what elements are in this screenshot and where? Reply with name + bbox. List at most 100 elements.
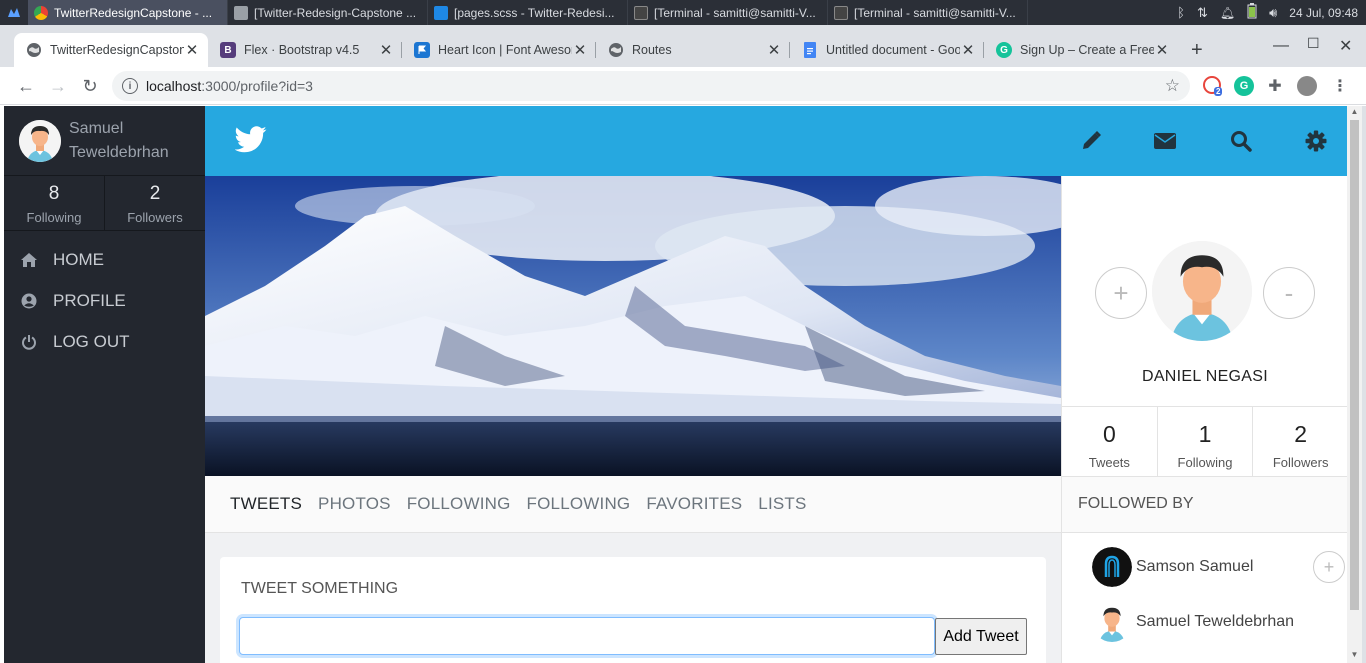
browser-tab-twitter-redesign[interactable]: TwitterRedesignCapstone ✕ xyxy=(14,33,208,67)
close-tab-icon[interactable]: ✕ xyxy=(960,41,976,59)
reload-button[interactable]: ↻ xyxy=(78,74,102,98)
page-scrollbar[interactable]: ▲ ▼ xyxy=(1347,106,1362,663)
browser-tab-font-awesome[interactable]: Heart Icon | Font Awesome ✕ xyxy=(402,33,596,67)
followed-by-item[interactable]: Samson Samuel + xyxy=(1092,547,1347,587)
profile-avatar-icon[interactable] xyxy=(1297,76,1317,96)
stat-following[interactable]: 1 Following xyxy=(1156,407,1253,476)
bookmark-star-icon[interactable]: ☆ xyxy=(1165,76,1180,96)
scrollbar-thumb[interactable] xyxy=(1350,120,1359,610)
browser-tab-routes[interactable]: Routes ✕ xyxy=(596,33,790,67)
close-tab-icon[interactable]: ✕ xyxy=(1154,41,1170,59)
unfollow-minus-button[interactable]: - xyxy=(1263,267,1315,319)
sidebar: Samuel Teweldebrhan 8 Following 2 Follow… xyxy=(4,106,205,663)
globe-icon xyxy=(26,42,42,58)
network-icon[interactable]: ⇅ xyxy=(1197,5,1208,21)
sidebar-item-label: LOG OUT xyxy=(53,331,130,351)
volume-icon[interactable]: 🔊︎ xyxy=(1269,5,1277,21)
url-path: :3000/profile?id=3 xyxy=(201,78,313,94)
pencil-icon[interactable] xyxy=(1078,128,1104,154)
sidebar-user[interactable]: Samuel Teweldebrhan xyxy=(4,106,205,176)
grammarly-extension-icon[interactable]: G xyxy=(1234,76,1254,96)
close-tab-icon[interactable]: ✕ xyxy=(766,41,782,59)
chrome-icon xyxy=(34,5,48,20)
address-bar[interactable]: i localhost:3000/profile?id=3 ☆ xyxy=(112,71,1190,101)
following-label: Following xyxy=(26,210,82,225)
browser-tab-google-docs[interactable]: Untitled document - Google Docs ✕ xyxy=(790,33,984,67)
followers-count: 2 xyxy=(149,183,161,204)
bootstrap-icon: B xyxy=(220,42,236,58)
envelope-icon[interactable] xyxy=(1152,128,1178,154)
follow-follower-button[interactable]: + xyxy=(1313,551,1345,583)
notification-bell-icon[interactable]: 🔔︎ xyxy=(1220,6,1235,20)
chrome-menu-icon[interactable]: ⋮ xyxy=(1330,76,1350,96)
profile-name: DANIEL NEGASI xyxy=(1141,368,1268,385)
home-icon xyxy=(20,251,38,269)
scroll-up-arrow-icon[interactable]: ▲ xyxy=(1347,107,1362,119)
extensions-puzzle-icon[interactable]: ✚ xyxy=(1265,76,1285,96)
taskbar-window-vscode[interactable]: [pages.scss - Twitter-Redesi... xyxy=(428,0,628,25)
folder-icon xyxy=(234,5,248,20)
stat-tweets[interactable]: 0 Tweets xyxy=(1062,407,1157,476)
search-icon[interactable] xyxy=(1228,128,1254,154)
twitter-bird-logo[interactable] xyxy=(234,126,267,158)
tab-tweets[interactable]: TWEETS xyxy=(230,494,302,514)
follower-name[interactable]: Samuel Teweldebrhan xyxy=(1136,613,1294,631)
close-tab-icon[interactable]: ✕ xyxy=(572,41,588,59)
maximize-window-button[interactable]: ☐ xyxy=(1307,35,1320,52)
browser-tab-bootstrap[interactable]: B Flex · Bootstrap v4.5 ✕ xyxy=(208,33,402,67)
site-info-icon[interactable]: i xyxy=(122,78,138,94)
new-tab-button[interactable]: + xyxy=(1191,39,1203,62)
close-tab-icon[interactable]: ✕ xyxy=(184,41,200,59)
stat-label: Tweets xyxy=(1088,455,1130,470)
terminal-icon xyxy=(834,5,848,20)
close-tab-icon[interactable]: ✕ xyxy=(378,41,394,59)
stat-followers[interactable]: 2 Followers xyxy=(1252,407,1347,476)
back-button[interactable]: ← xyxy=(14,74,38,98)
user-last-name: Teweldebrhan xyxy=(69,143,169,161)
add-tweet-button[interactable]: Add Tweet xyxy=(935,618,1027,655)
profile-stats: 0 Tweets 1 Following 2 Followers xyxy=(1062,406,1347,476)
app-launcher-icon[interactable] xyxy=(0,0,28,25)
follow-plus-button[interactable]: + xyxy=(1095,267,1147,319)
sidebar-followers-stat[interactable]: 2 Followers xyxy=(104,176,205,230)
taskbar-window-terminal-1[interactable]: [Terminal - samitti@samitti-V... xyxy=(628,0,828,25)
forward-button[interactable]: → xyxy=(46,74,70,98)
minimize-window-button[interactable]: — xyxy=(1273,37,1289,55)
taskbar-window-chrome[interactable]: TwitterRedesignCapstone - ... xyxy=(28,0,228,25)
tab-following-2[interactable]: FOLLOWING xyxy=(527,494,631,514)
tab-following[interactable]: FOLLOWING xyxy=(407,494,511,514)
followed-by-heading: FOLLOWED BY xyxy=(1062,476,1347,533)
tab-photos[interactable]: PHOTOS xyxy=(318,494,391,514)
clock[interactable]: 24 Jul, 09:48 xyxy=(1289,6,1358,20)
battery-icon[interactable] xyxy=(1247,3,1257,22)
bluetooth-icon[interactable]: ᛒ xyxy=(1177,5,1185,20)
extension-badge: 2 xyxy=(1214,87,1223,96)
tab-lists[interactable]: LISTS xyxy=(758,494,806,514)
tweet-input[interactable] xyxy=(239,617,935,655)
sidebar-item-label: HOME xyxy=(53,249,104,269)
os-taskbar: TwitterRedesignCapstone - ... [Twitter-R… xyxy=(0,0,1366,25)
tab-favorites[interactable]: FAVORITES xyxy=(646,494,742,514)
vscode-icon xyxy=(434,5,448,20)
tab-title: Sign Up – Create a Free Account xyxy=(1020,43,1154,57)
browser-toolbar: ← → ↻ i localhost:3000/profile?id=3 ☆ 2 … xyxy=(0,67,1366,105)
follower-avatar xyxy=(1092,547,1132,587)
close-window-button[interactable]: ✕ xyxy=(1339,36,1352,56)
cover-photo xyxy=(205,176,1061,476)
taskbar-window-files[interactable]: [Twitter-Redesign-Capstone ... xyxy=(228,0,428,25)
followed-by-item[interactable]: Samuel Teweldebrhan xyxy=(1092,602,1347,642)
sidebar-item-logout[interactable]: LOG OUT xyxy=(4,321,205,362)
taskbar-window-terminal-2[interactable]: [Terminal - samitti@samitti-V... xyxy=(828,0,1028,25)
gear-icon[interactable] xyxy=(1303,128,1329,154)
sidebar-item-home[interactable]: HOME xyxy=(4,239,205,280)
system-tray: ᛒ ⇅ 🔔︎ 🔊︎ 24 Jul, 09:48 xyxy=(1177,0,1358,25)
user-avatar xyxy=(19,119,61,162)
profile-avatar xyxy=(1152,241,1252,341)
extension-icon[interactable]: 2 xyxy=(1203,76,1223,96)
follower-name[interactable]: Samson Samuel xyxy=(1136,558,1253,576)
window-edge xyxy=(1362,106,1366,663)
browser-tab-grammarly[interactable]: G Sign Up – Create a Free Account ✕ xyxy=(984,33,1178,67)
scroll-down-arrow-icon[interactable]: ▼ xyxy=(1347,650,1362,662)
sidebar-following-stat[interactable]: 8 Following xyxy=(4,176,104,230)
sidebar-item-profile[interactable]: PROFILE xyxy=(4,280,205,321)
